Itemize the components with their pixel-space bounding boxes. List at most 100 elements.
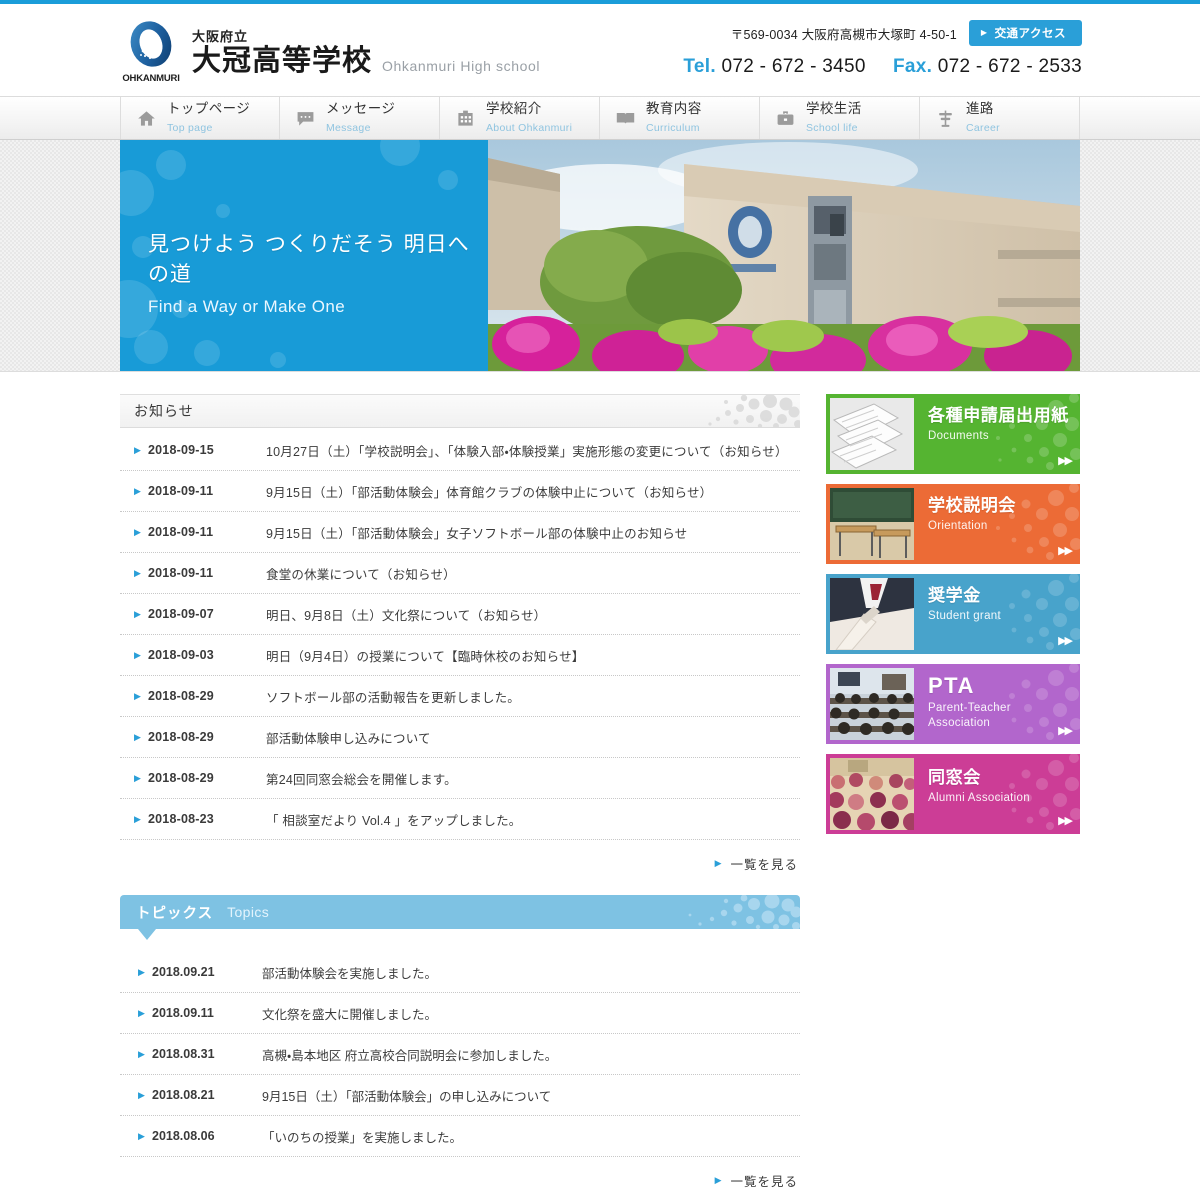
tel-number: 072 - 672 - 3450 (721, 56, 866, 77)
orientation-thumbnail (830, 488, 914, 560)
dot-pattern-decoration (708, 395, 800, 427)
banner-title-jp: 各種申請届出用紙 (928, 406, 1069, 425)
topics-heading-jp: トピックス (136, 905, 214, 922)
header-contact: 〒569-0034 大阪府高槻市大塚町 4-50-1 ▶ 交通アクセス Tel.… (683, 20, 1082, 78)
news-more-label: 一覧を見る (730, 858, 798, 872)
hero-section: 見つけよう つくりだそう 明日への道 Find a Way or Make On… (0, 140, 1200, 372)
access-button[interactable]: ▶ 交通アクセス (968, 20, 1082, 46)
news-item[interactable]: ▶ 2018-08-23 「 相談室だより Vol.4 」をアップしました。 (120, 799, 800, 840)
news-item[interactable]: ▶ 2018-09-11 9月15日（土）「部活動体験会」女子ソフトボール部の体… (120, 512, 800, 553)
hero-slogan-en: Find a Way or Make One (148, 297, 346, 316)
speech-bubble-icon (294, 107, 316, 129)
banner-orientation[interactable]: 学校説明会 Orientation ▶▶ (826, 484, 1080, 564)
banner-student-grant[interactable]: 奨学金 Student grant ▶▶ (826, 574, 1080, 654)
news-title: 明日、9月8日（土）文化祭について（お知らせ） (266, 608, 547, 623)
banner-title-en: Documents (928, 429, 989, 442)
news-date: 2018-09-11 (148, 484, 214, 498)
news-date: 2018-09-11 (148, 525, 214, 539)
double-arrow-icon: ▶▶ (1058, 815, 1073, 827)
news-item[interactable]: ▶ 2018-09-15 10月27日（土）「学校説明会」、「体験入部・体験授業… (120, 430, 800, 471)
triangle-right-icon: ▶ (138, 966, 145, 977)
news-date: 2018-08-29 (148, 771, 214, 785)
nav-label-jp: 教育内容 (646, 100, 702, 116)
banner-pta[interactable]: PTA Parent-Teacher Association ▶▶ (826, 664, 1080, 744)
news-title: ソフトボール部の活動報告を更新しました。 (266, 690, 521, 705)
nav-item-career[interactable]: 進路 Career (920, 97, 1080, 139)
topics-panel-header: トピックス Topics (120, 895, 800, 929)
topics-item[interactable]: ▶ 2018.09.21 部活動体験会を実施しました。 (120, 952, 800, 993)
triangle-right-icon: ▶ (134, 526, 141, 537)
topics-more-link[interactable]: ▶ 一覧を見る (120, 1157, 800, 1190)
news-item[interactable]: ▶ 2018-08-29 ソフトボール部の活動報告を更新しました。 (120, 676, 800, 717)
news-item[interactable]: ▶ 2018-09-07 明日、9月8日（土）文化祭について（お知らせ） (120, 594, 800, 635)
triangle-right-icon: ▶ (980, 28, 988, 37)
triangle-right-icon: ▶ (138, 1007, 145, 1018)
triangle-right-icon: ▶ (134, 813, 141, 824)
topics-title: 部活動体験会を実施しました。 (262, 966, 438, 981)
school-name-en: Ohkanmuri High school (382, 58, 541, 74)
hero-banner[interactable]: 見つけよう つくりだそう 明日への道 Find a Way or Make On… (120, 140, 1080, 371)
news-panel: お知らせ ▶ 2018-09-15 10月27日（土）「学校説明会」、「体験入部… (120, 394, 800, 873)
banner-title-jp: 奨学金 (928, 586, 981, 605)
nav-item-school-life[interactable]: 学校生活 School life (760, 97, 920, 139)
news-date: 2018-08-23 (148, 812, 214, 826)
triangle-right-icon: ▶ (138, 1089, 145, 1100)
news-date: 2018-08-29 (148, 730, 214, 744)
global-navigation: トップページ Top page メッセージ Message 学校紹介 About… (0, 96, 1200, 140)
topics-more-label: 一覧を見る (730, 1175, 798, 1189)
triangle-right-icon: ▶ (714, 1175, 722, 1185)
news-title: 「 相談室だより Vol.4 」をアップしました。 (266, 813, 522, 828)
triangle-right-icon: ▶ (138, 1130, 145, 1141)
topics-title: 高槻・島本地区 府立高校合同説明会に参加しました。 (262, 1048, 558, 1063)
news-item[interactable]: ▶ 2018-08-29 部活動体験申し込みについて (120, 717, 800, 758)
double-arrow-icon: ▶▶ (1058, 725, 1073, 737)
hero-photo (488, 140, 1080, 371)
ohkanmuri-emblem-icon: OHKANMURI (120, 20, 182, 84)
topics-date: 2018.08.31 (152, 1047, 215, 1061)
nav-item-curriculum[interactable]: 教育内容 Curriculum (600, 97, 760, 139)
topics-item[interactable]: ▶ 2018.09.11 文化祭を盛大に開催しました。 (120, 993, 800, 1034)
news-date: 2018-09-11 (148, 566, 214, 580)
topics-panel: トピックス Topics ▶ 2018.09.21 部活動体験会を実施しました。… (120, 895, 800, 1190)
banner-alumni[interactable]: 同窓会 Alumni Association ▶▶ (826, 754, 1080, 834)
nav-item-about[interactable]: 学校紹介 About Ohkanmuri (440, 97, 600, 139)
topics-item[interactable]: ▶ 2018.08.06 「いのちの授業」を実施しました。 (120, 1116, 800, 1157)
signpost-icon (934, 107, 956, 129)
site-header: OHKANMURI 大阪府立 大冠高等学校 Ohkanmuri High sch… (0, 4, 1200, 96)
news-date: 2018-09-03 (148, 648, 214, 662)
nav-item-message[interactable]: メッセージ Message (280, 97, 440, 139)
access-button-label: 交通アクセス (994, 28, 1066, 40)
news-item[interactable]: ▶ 2018-09-11 食堂の休業について（お知らせ） (120, 553, 800, 594)
home-icon (135, 107, 157, 129)
documents-thumbnail (830, 398, 914, 470)
topics-heading-en: Topics (227, 904, 270, 920)
nav-item-top-page[interactable]: トップページ Top page (120, 97, 280, 139)
fax-number: 072 - 672 - 2533 (937, 56, 1082, 77)
topics-date: 2018.08.21 (152, 1088, 215, 1102)
banner-documents[interactable]: 各種申請届出用紙 Documents ▶▶ (826, 394, 1080, 474)
news-date: 2018-09-15 (148, 443, 214, 457)
nav-label-en: Curriculum (646, 122, 700, 134)
nav-label-en: Career (966, 122, 1000, 134)
news-item[interactable]: ▶ 2018-08-29 第24回同窓会総会を開催します。 (120, 758, 800, 799)
triangle-right-icon: ▶ (134, 485, 141, 496)
news-date: 2018-08-29 (148, 689, 214, 703)
news-heading: お知らせ (134, 403, 194, 419)
open-book-icon (614, 107, 636, 129)
alumni-thumbnail (830, 758, 914, 830)
topics-item[interactable]: ▶ 2018.08.21 9月15日（土）「部活動体験会」の申し込みについて (120, 1075, 800, 1116)
news-title: 9月15日（土）「部活動体験会」女子ソフトボール部の体験中止のお知らせ (266, 526, 688, 541)
site-logo[interactable]: OHKANMURI 大阪府立 大冠高等学校 Ohkanmuri High sch… (120, 20, 541, 84)
hero-slogan-jp: 見つけよう つくりだそう 明日への道 (148, 233, 470, 286)
news-title: 明日（9月4日）の授業について【臨時休校のお知らせ】 (266, 649, 585, 664)
topics-list: ▶ 2018.09.21 部活動体験会を実施しました。 ▶ 2018.09.11… (120, 940, 800, 1157)
topics-tab-pointer (138, 929, 156, 940)
news-item[interactable]: ▶ 2018-09-11 9月15日（土）「部活動体験会」体育館クラブの体験中止… (120, 471, 800, 512)
topics-title: 9月15日（土）「部活動体験会」の申し込みについて (262, 1089, 552, 1104)
triangle-right-icon: ▶ (134, 444, 141, 455)
nav-label-en: Message (326, 122, 371, 134)
news-more-link[interactable]: ▶ 一覧を見る (120, 840, 800, 873)
news-item[interactable]: ▶ 2018-09-03 明日（9月4日）の授業について【臨時休校のお知らせ】 (120, 635, 800, 676)
topics-date: 2018.08.06 (152, 1129, 215, 1143)
topics-item[interactable]: ▶ 2018.08.31 高槻・島本地区 府立高校合同説明会に参加しました。 (120, 1034, 800, 1075)
